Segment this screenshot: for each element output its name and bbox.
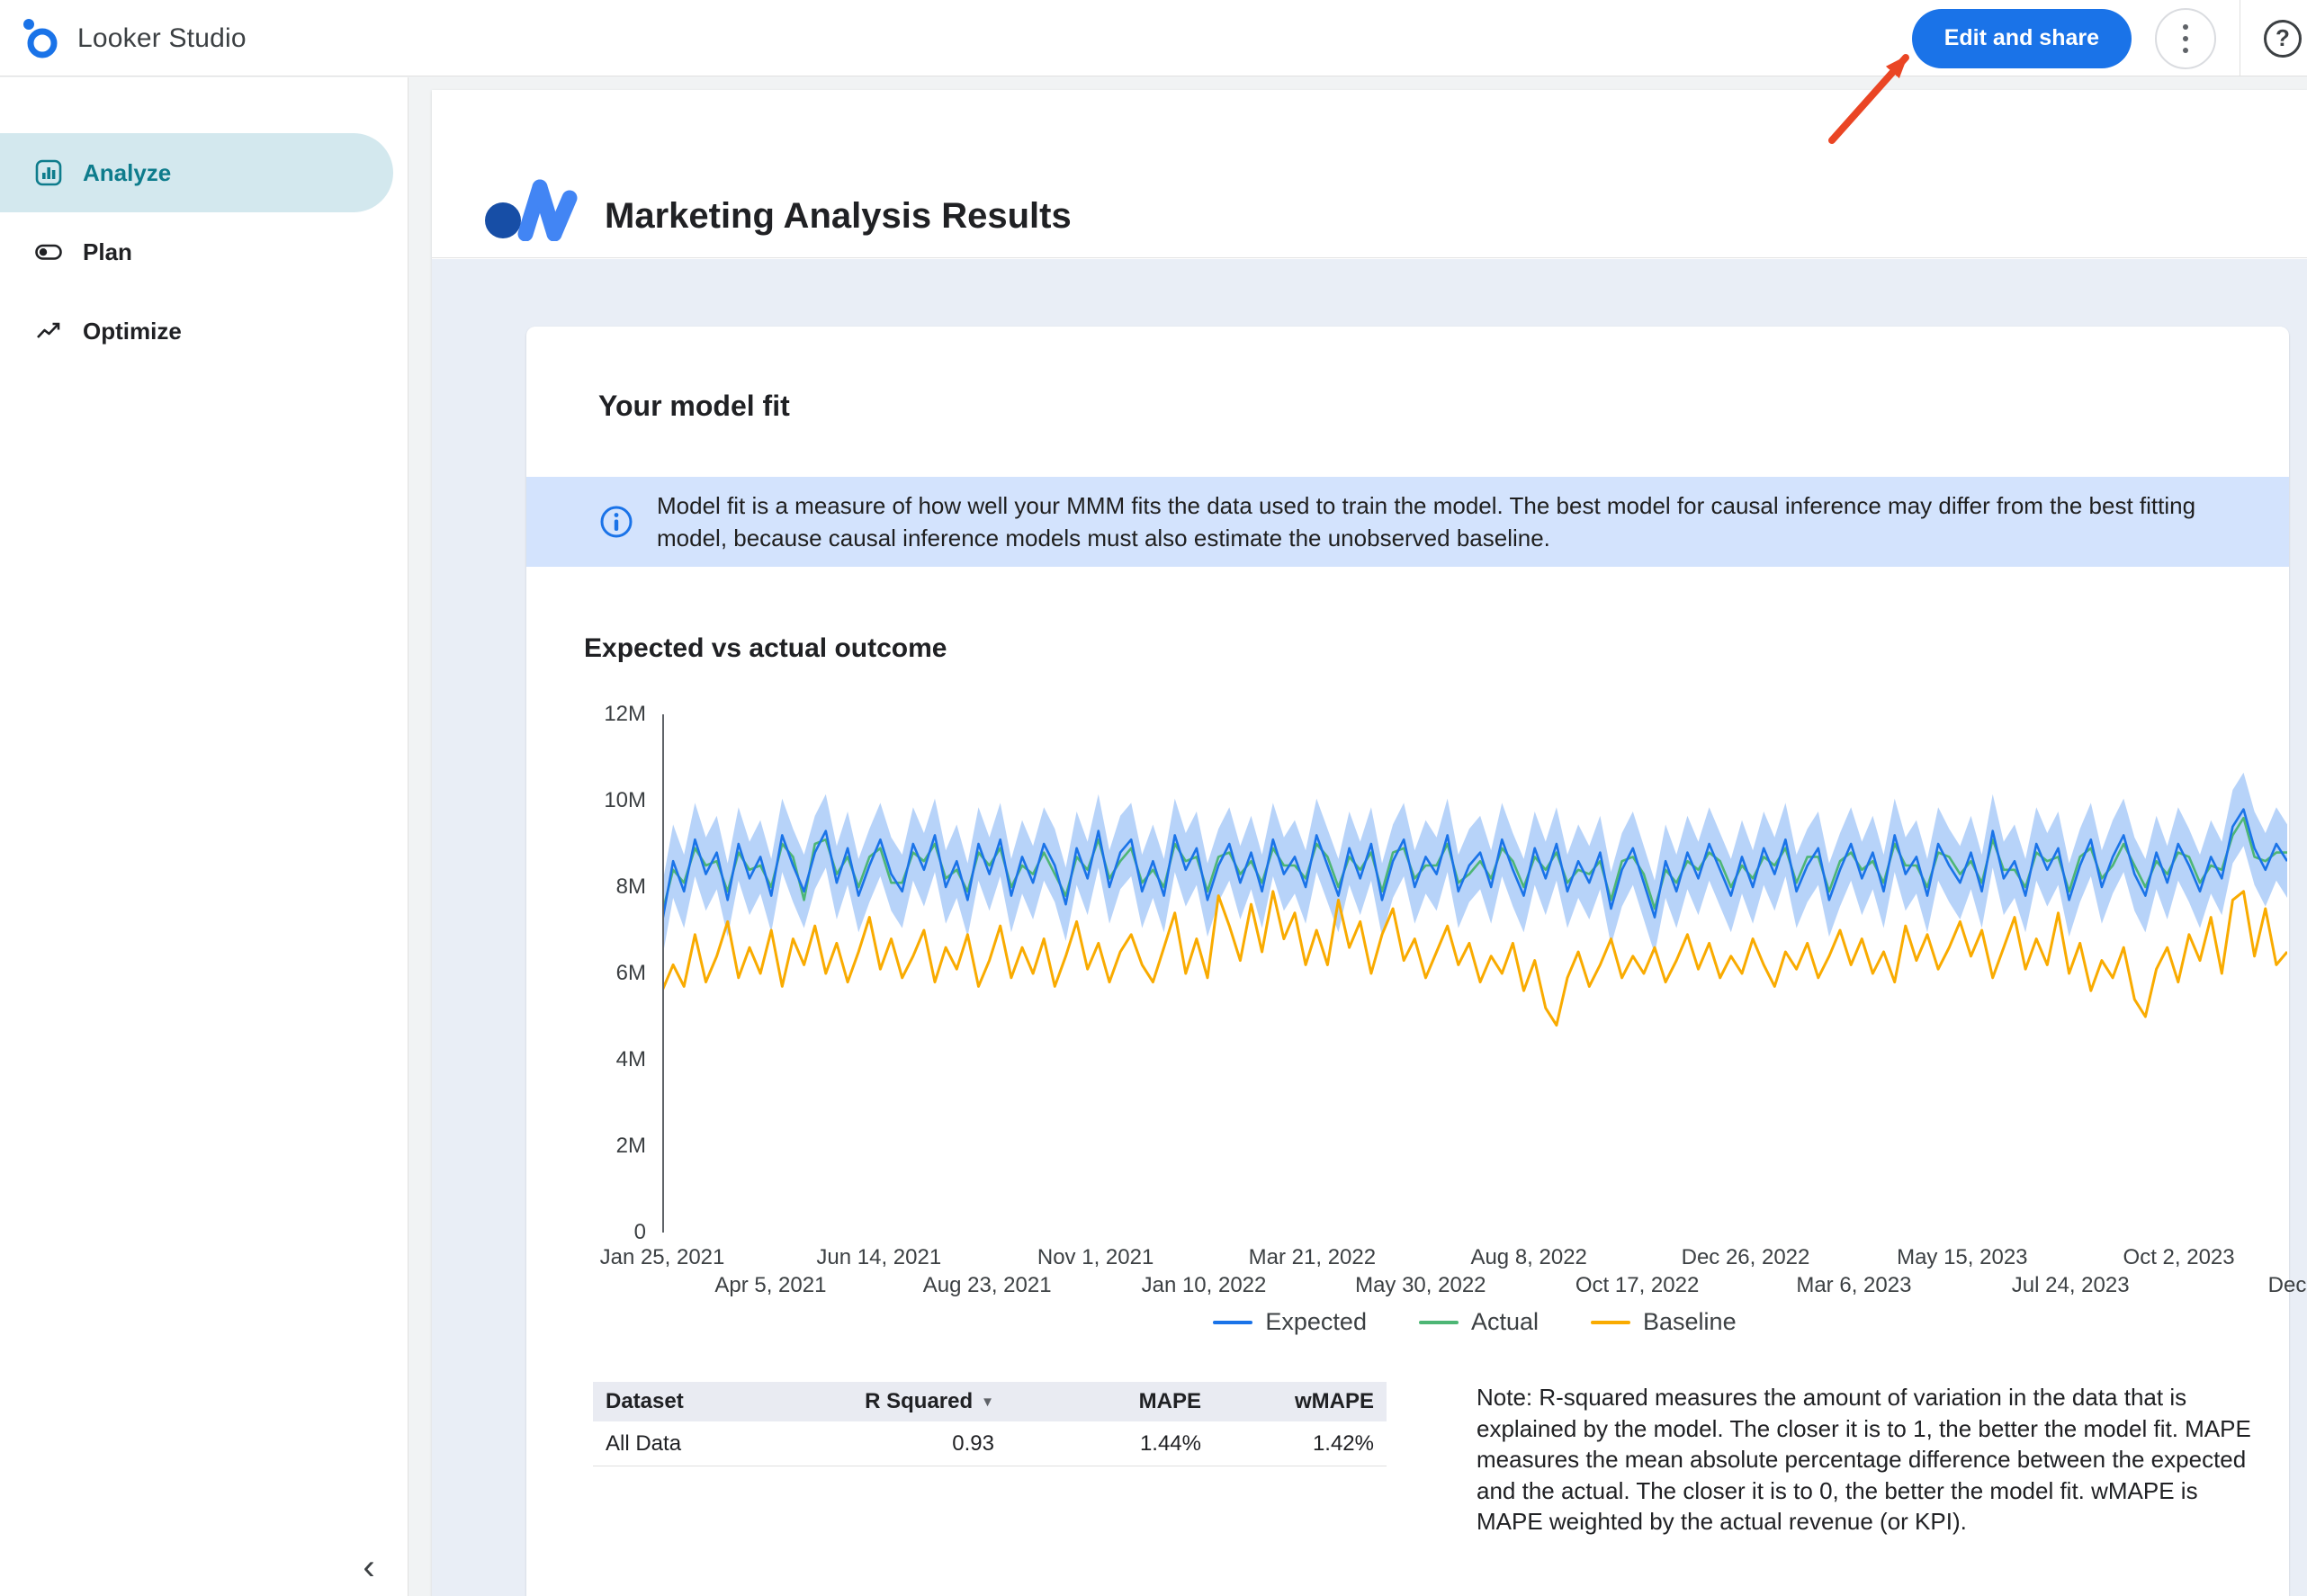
x-axis-tick-label: Mar 21, 2022 <box>1222 1245 1402 1270</box>
report-body: Your model fit Model fit is a measure of… <box>432 259 2307 1596</box>
sidebar-item-plan[interactable]: Plan <box>0 212 393 291</box>
card-title: Your model fit <box>526 327 2289 423</box>
y-axis-tick-label: 2M <box>526 1134 646 1159</box>
chart-section-title: Expected vs actual outcome <box>584 633 2289 664</box>
legend-label: Expected <box>1265 1308 1367 1336</box>
info-icon <box>599 505 633 539</box>
legend-line-icon <box>1419 1321 1459 1324</box>
legend-item-baseline: Baseline <box>1591 1308 1737 1336</box>
x-axis-tick-label: Dec 26, 2022 <box>1656 1245 1836 1270</box>
legend-line-icon <box>1213 1321 1252 1324</box>
sidebar-item-label: Analyze <box>83 159 171 187</box>
col-header-r-squared[interactable]: R Squared▼ <box>845 1389 1007 1414</box>
x-axis-tick-label: Jul 24, 2023 <box>1980 1273 2160 1298</box>
report-canvas: Marketing Analysis Results Your model fi… <box>409 77 2307 1596</box>
col-header-dataset: Dataset <box>593 1389 845 1414</box>
legend-label: Baseline <box>1643 1308 1737 1336</box>
sidebar-item-optimize[interactable]: Optimize <box>0 291 393 371</box>
legend-item-actual: Actual <box>1419 1308 1539 1336</box>
brand: Looker Studio <box>22 0 247 76</box>
analyze-chart-icon <box>34 158 63 187</box>
metrics-row: Dataset R Squared▼ MAPE wMAPE All Data 0… <box>593 1382 2289 1538</box>
looker-studio-logo <box>22 17 59 60</box>
cell-dataset: All Data <box>593 1431 845 1457</box>
col-header-mape: MAPE <box>1007 1389 1214 1414</box>
report-title: Marketing Analysis Results <box>605 196 1072 237</box>
report-header: Marketing Analysis Results <box>432 90 2307 258</box>
x-axis-tick-label: Oct 17, 2022 <box>1548 1273 1728 1298</box>
sidebar-item-label: Optimize <box>83 318 182 345</box>
table-header-row: Dataset R Squared▼ MAPE wMAPE <box>593 1382 1387 1421</box>
app-title: Looker Studio <box>77 23 247 54</box>
x-axis-tick-label: Dec <box>2197 1273 2307 1298</box>
info-banner-text: Model fit is a measure of how well your … <box>657 489 2253 554</box>
y-axis-tick-label: 0 <box>526 1220 646 1245</box>
edit-and-share-button[interactable]: Edit and share <box>1912 9 2132 68</box>
kebab-icon <box>2183 24 2188 53</box>
plan-toggle-icon <box>34 238 63 266</box>
y-axis-tick-label: 10M <box>526 788 646 813</box>
x-axis-tick-label: Nov 1, 2021 <box>1006 1245 1186 1270</box>
looker-studio-app: Looker Studio Edit and share ? <box>0 0 2307 1596</box>
y-axis-tick-label: 6M <box>526 961 646 986</box>
expected-vs-actual-chart: 02M4M6M8M10M12M Jan 25, 2021Apr 5, 2021J… <box>526 714 2289 1355</box>
x-axis-tick-label: Apr 5, 2021 <box>680 1273 860 1298</box>
info-banner: Model fit is a measure of how well your … <box>526 477 2289 567</box>
cell-r-squared: 0.93 <box>845 1431 1007 1457</box>
help-icon: ? <box>2276 24 2290 52</box>
x-axis-tick-label: Mar 6, 2023 <box>1764 1273 1943 1298</box>
y-axis: 02M4M6M8M10M12M <box>526 714 646 1233</box>
x-axis-tick-label: Jan 25, 2021 <box>572 1245 752 1270</box>
y-axis-tick-label: 12M <box>526 702 646 727</box>
sort-descending-icon: ▼ <box>981 1394 994 1410</box>
x-axis-tick-label: Oct 2, 2023 <box>2089 1245 2269 1270</box>
x-axis: Jan 25, 2021Apr 5, 2021Jun 14, 2021Aug 2… <box>662 714 2287 1299</box>
x-axis-tick-label: May 30, 2022 <box>1331 1273 1511 1298</box>
legend-label: Actual <box>1471 1308 1539 1336</box>
app-bar-actions: Edit and share ? <box>1912 0 2289 76</box>
sidebar-item-label: Plan <box>83 238 132 266</box>
help-button[interactable]: ? <box>2264 20 2302 58</box>
chart-legend: Expected Actual Baseline <box>662 1308 2287 1336</box>
cell-wmape: 1.42% <box>1214 1431 1387 1457</box>
model-fit-card: Your model fit Model fit is a measure of… <box>526 327 2289 1596</box>
legend-item-expected: Expected <box>1213 1308 1367 1336</box>
x-axis-tick-label: Jun 14, 2021 <box>789 1245 969 1270</box>
optimize-trending-up-icon <box>34 317 63 345</box>
x-axis-tick-label: Aug 8, 2022 <box>1439 1245 1619 1270</box>
y-axis-tick-label: 8M <box>526 874 646 900</box>
x-axis-tick-label: May 15, 2023 <box>1872 1245 2052 1270</box>
model-fit-table: Dataset R Squared▼ MAPE wMAPE All Data 0… <box>593 1382 1387 1466</box>
sidebar-item-analyze[interactable]: Analyze <box>0 133 393 212</box>
report-page: Marketing Analysis Results Your model fi… <box>432 90 2307 1596</box>
more-options-button[interactable] <box>2155 8 2216 69</box>
model-fit-note: Note: R-squared measures the amount of v… <box>1477 1382 2264 1538</box>
report-logo <box>484 164 585 241</box>
app-bar: Looker Studio Edit and share ? <box>0 0 2307 76</box>
legend-line-icon <box>1591 1321 1630 1324</box>
x-axis-tick-label: Jan 10, 2022 <box>1114 1273 1294 1298</box>
x-axis-tick-label: Aug 23, 2021 <box>897 1273 1077 1298</box>
col-header-wmape: wMAPE <box>1214 1389 1387 1414</box>
cell-mape: 1.44% <box>1007 1431 1214 1457</box>
y-axis-tick-label: 4M <box>526 1047 646 1072</box>
table-row: All Data 0.93 1.44% 1.42% <box>593 1421 1387 1466</box>
sidebar: Analyze Plan Optimize ‹ <box>0 77 408 1596</box>
sidebar-collapse-button[interactable]: ‹ <box>344 1542 394 1592</box>
